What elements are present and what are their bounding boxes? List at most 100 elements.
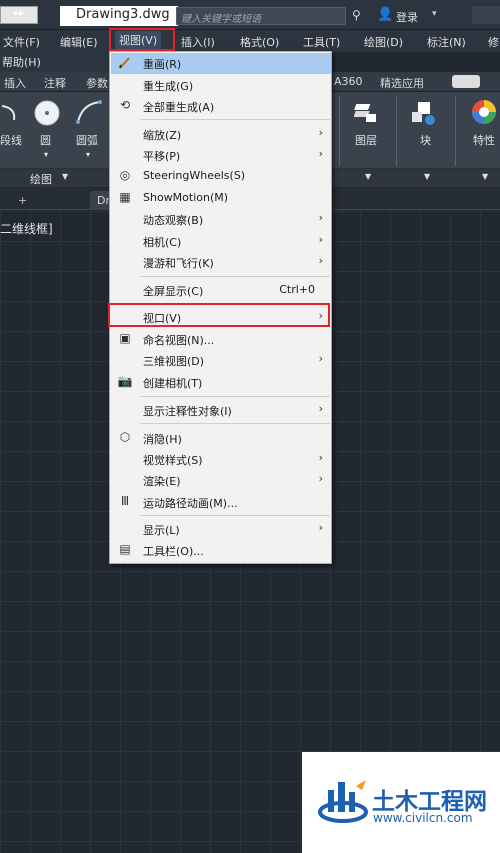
menu-item-toolbars[interactable]: ▤ 工具栏(O)...	[111, 540, 331, 561]
panel-expand-icon[interactable]: ▼	[482, 172, 488, 181]
submenu-arrow-icon: ›	[318, 147, 323, 160]
login-link[interactable]: 登录	[396, 9, 418, 25]
menu-help[interactable]: 帮助(H)	[2, 54, 41, 70]
menu-format[interactable]: 格式(O)	[240, 34, 279, 50]
block-icon[interactable]	[410, 100, 438, 126]
arc-dropdown-icon[interactable]: ▾	[86, 150, 90, 159]
menu-item-label: 显示注释性对象(I)	[143, 405, 232, 418]
menu-item-regen[interactable]: 重生成(G)	[111, 75, 331, 96]
menu-item-display[interactable]: 显示(L) ›	[111, 519, 331, 540]
menu-item-label: 漫游和飞行(K)	[143, 257, 214, 270]
menu-dimension[interactable]: 标注(N)	[427, 34, 466, 50]
regen-icon: ⟲	[119, 98, 131, 112]
viewport-label[interactable]: 二维线框]	[0, 220, 53, 237]
new-tab-icon[interactable]: +	[18, 194, 27, 207]
menu-item-label: 创建相机(T)	[143, 377, 203, 390]
user-icon[interactable]: 👤	[377, 7, 393, 22]
ribbon-toggle-button[interactable]	[452, 75, 480, 88]
panel-expand-icon[interactable]: ▼	[62, 172, 68, 181]
menu-item-annotative-objects[interactable]: 显示注释性对象(I) ›	[111, 400, 331, 421]
menu-item-label: 显示(L)	[143, 524, 180, 537]
named-view-icon: ▣	[119, 331, 131, 345]
menu-item-walk-fly[interactable]: 漫游和飞行(K) ›	[111, 252, 331, 273]
menu-insert[interactable]: 插入(I)	[181, 34, 215, 50]
panel-expand-icon[interactable]: ▼	[424, 172, 430, 181]
menu-item-motion-path[interactable]: Ⅲ 运动路径动画(M)...	[111, 492, 331, 513]
submenu-arrow-icon: ›	[318, 451, 323, 464]
search-input[interactable]: 键入关键字或短语	[176, 7, 346, 25]
menu-draw[interactable]: 绘图(D)	[364, 34, 403, 50]
properties-icon[interactable]	[470, 98, 498, 126]
menu-item-label: 重生成(G)	[143, 80, 194, 93]
layers-icon[interactable]	[354, 102, 378, 124]
quick-access-arrow-icon[interactable]: ▸▸	[14, 8, 24, 19]
menu-item-visual-styles[interactable]: 视觉样式(S) ›	[111, 449, 331, 470]
menu-modify[interactable]: 修	[488, 34, 499, 50]
menu-tools[interactable]: 工具(T)	[303, 34, 340, 50]
menu-separator	[140, 276, 330, 277]
menu-item-label: 三维视图(D)	[143, 355, 205, 368]
watermark-url: www.civilcn.com	[373, 811, 473, 825]
tool-label-polyline: 段线	[0, 134, 22, 147]
toolbar-icon: ▤	[119, 542, 131, 556]
panel-title-draw[interactable]: 绘图	[30, 171, 52, 187]
menu-bar-row2: 帮助(H)	[0, 52, 110, 72]
menu-bar: 文件(F) 编辑(E) 视图(V) 插入(I) 格式(O) 工具(T) 绘图(D…	[0, 30, 500, 52]
submenu-arrow-icon: ›	[318, 254, 323, 267]
menu-item-label: SteeringWheels(S)	[143, 169, 246, 182]
menu-file[interactable]: 文件(F)	[3, 34, 40, 50]
menu-separator	[140, 423, 330, 424]
submenu-arrow-icon: ›	[318, 211, 323, 224]
ribbon-divider	[455, 96, 456, 166]
menu-item-hide[interactable]: ⬡ 消隐(H)	[111, 428, 331, 449]
tab-annotate[interactable]: 注释	[44, 75, 66, 91]
menu-item-showmotion[interactable]: ▦ ShowMotion(M)	[111, 188, 331, 209]
polyline-icon[interactable]	[0, 100, 30, 128]
menu-item-redraw[interactable]: 重画(R)	[111, 53, 331, 74]
circle-dropdown-icon[interactable]: ▾	[44, 150, 48, 159]
tab-parametric[interactable]: 参数	[86, 75, 108, 91]
camera-icon: 📷	[117, 374, 133, 388]
chevron-down-icon[interactable]: ▾	[432, 9, 437, 19]
menu-item-orbit[interactable]: 动态观察(B) ›	[111, 209, 331, 230]
window-control-button[interactable]	[472, 6, 500, 24]
menu-item-label: 平移(P)	[143, 150, 181, 163]
menu-separator	[140, 515, 330, 516]
menu-item-3d-views[interactable]: 三维视图(D) ›	[111, 350, 331, 371]
tab-a360[interactable]: A360	[334, 75, 363, 88]
menu-edit[interactable]: 编辑(E)	[60, 34, 98, 50]
binoculars-icon[interactable]: ⚲	[352, 8, 361, 22]
tool-label-properties: 特性	[473, 134, 495, 147]
menu-item-named-views[interactable]: ▣ 命名视图(N)...	[111, 329, 331, 350]
menu-item-fullscreen[interactable]: 全屏显示(C) Ctrl+0	[111, 280, 331, 301]
arc-icon[interactable]	[74, 98, 104, 128]
menu-item-label: 重画(R)	[143, 58, 182, 71]
menu-item-pan[interactable]: 平移(P) ›	[111, 145, 331, 166]
menu-separator	[140, 119, 330, 120]
showmotion-icon: ▦	[119, 190, 131, 204]
menu-item-label: 运动路径动画(M)...	[143, 497, 238, 510]
menu-item-regen-all[interactable]: ⟲ 全部重生成(A)	[111, 96, 331, 117]
menu-item-steeringwheels[interactable]: ◎ SteeringWheels(S)	[111, 166, 331, 187]
menu-item-zoom[interactable]: 缩放(Z) ›	[111, 124, 331, 145]
circle-icon[interactable]	[32, 98, 62, 128]
menu-item-render[interactable]: 渲染(E) ›	[111, 470, 331, 491]
menu-separator	[140, 396, 330, 397]
submenu-arrow-icon: ›	[318, 472, 323, 485]
tab-insert[interactable]: 插入	[4, 75, 26, 91]
menu-item-label: 工具栏(O)...	[143, 545, 204, 558]
tab-featured-apps[interactable]: 精选应用	[380, 75, 424, 91]
menu-item-camera[interactable]: 相机(C) ›	[111, 231, 331, 252]
motion-path-icon: Ⅲ	[120, 494, 130, 508]
submenu-arrow-icon: ›	[318, 352, 323, 365]
panel-expand-icon[interactable]: ▼	[365, 172, 371, 181]
menu-item-create-camera[interactable]: 📷 创建相机(T)	[111, 372, 331, 393]
menu-item-label: 相机(C)	[143, 236, 182, 249]
menu-item-label: 命名视图(N)...	[143, 334, 215, 347]
menu-item-label: 全屏显示(C)	[143, 285, 204, 298]
tool-label-layer: 图层	[355, 134, 377, 147]
ribbon-divider	[339, 96, 340, 166]
submenu-arrow-icon: ›	[318, 402, 323, 415]
tool-label-block: 块	[420, 134, 431, 147]
menu-item-label: 渲染(E)	[143, 475, 181, 488]
